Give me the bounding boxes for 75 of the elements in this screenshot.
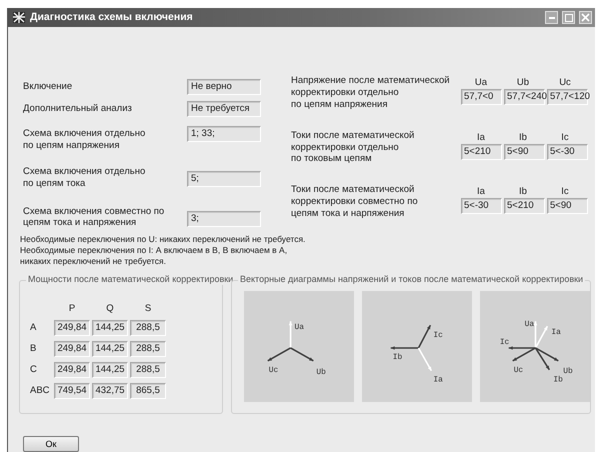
value-field: 57,7<240	[504, 88, 545, 105]
value-field: 57,7<120	[547, 88, 588, 105]
column-header: Ic	[560, 132, 570, 144]
note-text: Необходимые переключения по I: А включаем в В, В включаем в А, никаких переключений не требуется.	[20, 244, 288, 266]
value-field: 432,75	[92, 383, 128, 399]
minimize-icon	[548, 16, 554, 18]
value-field: 249,84	[54, 341, 90, 357]
value-field: 3;	[187, 210, 261, 226]
value-field: Не требуется	[187, 101, 261, 117]
vector-label: Ub	[563, 366, 573, 376]
vector-label: Ib	[553, 376, 563, 385]
vector-label: Ic	[433, 331, 443, 340]
value-field: 288,5	[130, 341, 166, 357]
window-title: Диагностика схемы включения	[30, 10, 193, 24]
column-header: Ic	[560, 186, 570, 198]
field-label: Схема включения отдельно по цепям напряжения	[23, 127, 146, 152]
field-label: Включение	[23, 80, 74, 93]
column-header: S	[144, 303, 152, 315]
section-label: Токи после математической корректировки совместно по цепям тока и нарпяжения	[291, 184, 419, 220]
maximize-icon	[564, 14, 572, 22]
value-field: 5<210	[504, 198, 545, 214]
section-label: Напряжение после математической корректировки отдельно по цепям напряжения	[291, 75, 451, 111]
close-icon	[581, 13, 590, 22]
value-field: 144,25	[92, 341, 128, 357]
maximize-button[interactable]	[562, 11, 575, 24]
vector-label: Ic	[500, 338, 510, 348]
ok-button[interactable]: Ок	[23, 436, 79, 452]
value-field: 288,5	[130, 320, 166, 336]
vector-label: Uc	[268, 366, 278, 375]
column-header: Ub	[516, 77, 530, 89]
vector-label: Ia	[433, 376, 443, 385]
field-label: Дополнительный анализ	[23, 102, 133, 115]
group-title: Мощности после математической корректировки	[26, 274, 236, 286]
group-title: Векторные диаграммы напряжений и токов после математической корректировки	[238, 274, 586, 286]
value-field: 144,25	[92, 362, 128, 378]
vector-label: Uc	[514, 366, 524, 375]
value-field: 5<90	[504, 144, 545, 160]
value-field: 865,5	[130, 383, 166, 399]
column-header: Q	[105, 303, 115, 315]
vector-label: Ua	[294, 323, 304, 332]
value-field: 5<210	[461, 144, 502, 160]
note-text: Необходимые переключения по U: никаких переключений не требуется.	[20, 234, 306, 245]
vector-label: Ia	[551, 328, 561, 338]
column-header: Ia	[476, 132, 486, 144]
column-header: P	[68, 303, 76, 315]
value-field: 5<90	[547, 198, 588, 214]
value-field: 749,54	[54, 383, 90, 399]
field-label: Схема включения отдельно по цепям тока	[23, 164, 146, 190]
value-field: 288,5	[130, 362, 166, 378]
row-label: A	[30, 322, 38, 334]
value-field: 144,25	[92, 320, 128, 336]
vector-label: Ua	[524, 320, 534, 330]
vector-label: Ib	[392, 353, 402, 362]
section-label: Токи после математической корректировки отдельно по токовым цепям	[291, 130, 416, 166]
field-label: Схема включения совместно по цепям тока и напряжения	[23, 204, 166, 230]
row-label: B	[30, 343, 38, 355]
row-label: C	[30, 364, 38, 376]
value-field: 249,84	[54, 362, 90, 378]
column-header: Uc	[558, 77, 572, 89]
value-field: 5<-30	[461, 198, 502, 214]
value-field: 249,84	[54, 320, 90, 336]
app-icon	[12, 11, 26, 24]
column-header: Ib	[518, 132, 528, 144]
value-field: 5<-30	[547, 144, 588, 160]
row-label: ABC	[30, 385, 51, 397]
minimize-button[interactable]	[545, 11, 558, 24]
vector-label: Ub	[316, 368, 326, 377]
column-header: Ua	[474, 77, 488, 89]
value-field: 1; 33;	[187, 126, 261, 142]
value-field: 57,7<0	[461, 88, 502, 105]
value-field: Не верно	[187, 79, 261, 95]
close-button[interactable]	[579, 11, 592, 24]
column-header: Ib	[518, 186, 528, 198]
column-header: Ia	[476, 186, 486, 198]
value-field: 5;	[187, 170, 261, 187]
